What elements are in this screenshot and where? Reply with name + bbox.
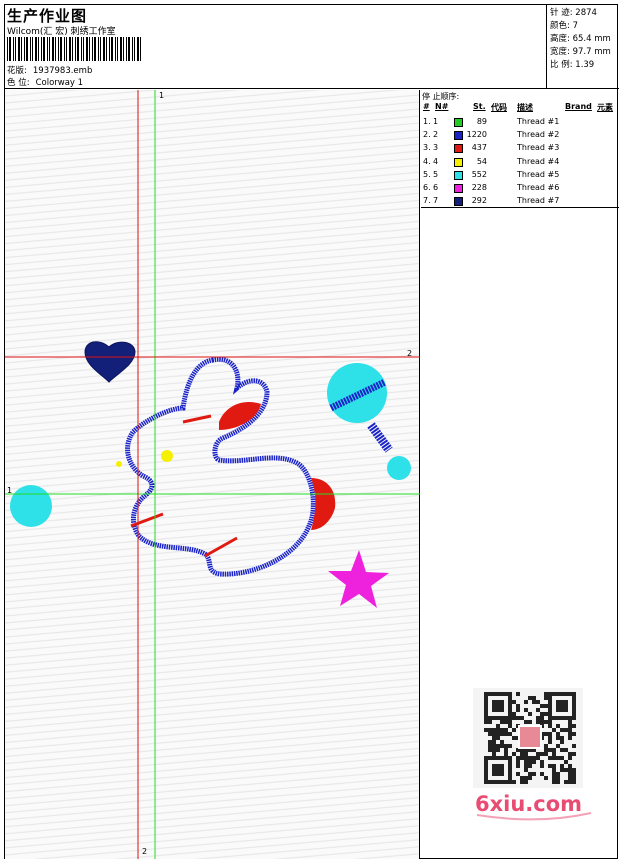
guide-label-red-right: 2 <box>407 349 413 358</box>
col-desc: 描述 <box>517 103 533 112</box>
colorway-value: Colorway 1 <box>35 78 84 88</box>
thread-swatch <box>454 184 463 193</box>
thread-stitches: 437 <box>471 143 487 153</box>
header: 生产作业图 Wilcom(汇 宏) 刺绣工作室 花版: 1937983.emb 色… <box>5 5 619 89</box>
rabbit-nose <box>116 461 122 467</box>
thread-row: 7. 7 292 Thread #7 <box>421 195 619 208</box>
thread-table-header: # N# St. 代码 描述 Brand 元素 <box>421 102 619 114</box>
thread-num: 4. <box>423 156 431 166</box>
barcode <box>7 37 141 61</box>
thread-row: 3. 3 437 Thread #3 <box>421 142 619 155</box>
thread-stitches: 228 <box>471 183 487 192</box>
logo-swoosh <box>476 812 592 821</box>
colorway-line: 色 位: Colorway 1 <box>7 76 83 88</box>
embroidery-design <box>5 90 420 859</box>
stats-panel: 针 迹: 2874 颜色: 7 高度: 65.4 mm 宽度: 97.7 mm … <box>548 5 618 89</box>
design-label: 花版: <box>7 66 27 76</box>
col-st: St. <box>473 102 486 111</box>
thread-num: 7. <box>423 196 431 206</box>
thread-stitches: 292 <box>471 196 487 206</box>
balloon-shape <box>327 363 387 423</box>
thread-stitches: 54 <box>476 156 487 166</box>
heart-shape <box>84 341 136 383</box>
colorway-label: 色 位: <box>7 78 30 88</box>
rabbit-eye <box>161 450 173 462</box>
thread-desc: Thread #2 <box>517 130 560 140</box>
thread-num: 2. <box>423 130 431 140</box>
thread-n: 6 <box>433 183 439 192</box>
thread-num: 5. <box>423 169 431 179</box>
design-canvas: 1 1 2 2 <box>5 90 420 859</box>
guide-label-green-top: 1 <box>159 91 165 100</box>
cyan-dot <box>10 485 52 527</box>
thread-desc: Thread #4 <box>517 156 560 166</box>
guide-label-red-bottom: 2 <box>142 847 148 856</box>
thread-desc: Thread #1 <box>517 117 560 126</box>
col-elem: 元素 <box>597 103 613 112</box>
foot-line <box>204 536 238 558</box>
thread-n: 7 <box>433 196 439 206</box>
thread-swatch <box>454 197 463 207</box>
thread-row: 4. 4 54 Thread #4 <box>421 156 619 169</box>
thread-desc: Thread #6 <box>517 183 560 192</box>
thread-num: 3. <box>423 143 431 153</box>
col-brand: Brand <box>565 102 592 111</box>
col-code: 代码 <box>491 103 507 112</box>
design-value: 1937983.emb <box>32 66 93 76</box>
qr-code <box>473 688 583 788</box>
thread-n: 4 <box>433 156 439 166</box>
thread-desc: Thread #5 <box>517 169 560 179</box>
star-shape <box>328 550 389 608</box>
thread-stitches: 89 <box>476 117 487 126</box>
thread-n: 1 <box>433 117 439 126</box>
thread-n: 5 <box>433 169 439 179</box>
col-n: N# <box>435 102 449 111</box>
thread-row: 2. 2 1220 Thread #2 <box>421 129 619 142</box>
thread-swatch <box>454 131 463 141</box>
thread-row: 1. 1 89 Thread #1 <box>421 116 619 129</box>
stat-colors: 颜色: 7 <box>550 21 578 31</box>
thread-num: 6. <box>423 183 431 192</box>
header-info: 生产作业图 Wilcom(汇 宏) 刺绣工作室 花版: 1937983.emb 色… <box>5 5 547 89</box>
thread-swatch <box>454 118 463 127</box>
thread-stitches: 552 <box>471 169 487 179</box>
balloon-small <box>387 456 411 480</box>
stat-scale: 比 例: 1.39 <box>550 60 595 70</box>
ear-fill <box>219 402 261 430</box>
balloon-stick <box>367 422 393 453</box>
page-frame: 生产作业图 Wilcom(汇 宏) 刺绣工作室 花版: 1937983.emb 色… <box>4 4 619 859</box>
stat-height: 高度: 65.4 mm <box>550 34 611 44</box>
page-title: 生产作业图 <box>7 7 88 25</box>
thread-swatch <box>454 170 463 180</box>
thread-num: 1. <box>423 117 431 126</box>
thread-desc: Thread #3 <box>517 143 560 153</box>
studio-name: Wilcom(汇 宏) 刺绣工作室 <box>7 27 116 37</box>
design-line: 花版: 1937983.emb <box>7 64 92 76</box>
thread-n: 2 <box>433 130 439 140</box>
thread-stitches: 1220 <box>466 130 487 140</box>
ear-line <box>182 414 212 424</box>
thread-table: 停 止顺序: # N# St. 代码 描述 Brand 元素 1. 1 89 Thre… <box>421 90 619 208</box>
guide-label-green-left: 1 <box>7 486 13 495</box>
thread-n: 3 <box>433 143 439 153</box>
thread-swatch <box>454 144 463 154</box>
thread-row: 5. 5 552 Thread #5 <box>421 169 619 182</box>
stop-sequence-title: 停 止顺序: <box>422 92 460 101</box>
thread-desc: Thread #7 <box>517 196 560 206</box>
stat-stitches: 针 迹: 2874 <box>550 8 597 18</box>
thread-swatch <box>454 157 463 167</box>
col-num: # <box>423 102 430 111</box>
thread-row: 6. 6 228 Thread #6 <box>421 182 619 195</box>
stat-width: 宽度: 97.7 mm <box>550 47 611 57</box>
